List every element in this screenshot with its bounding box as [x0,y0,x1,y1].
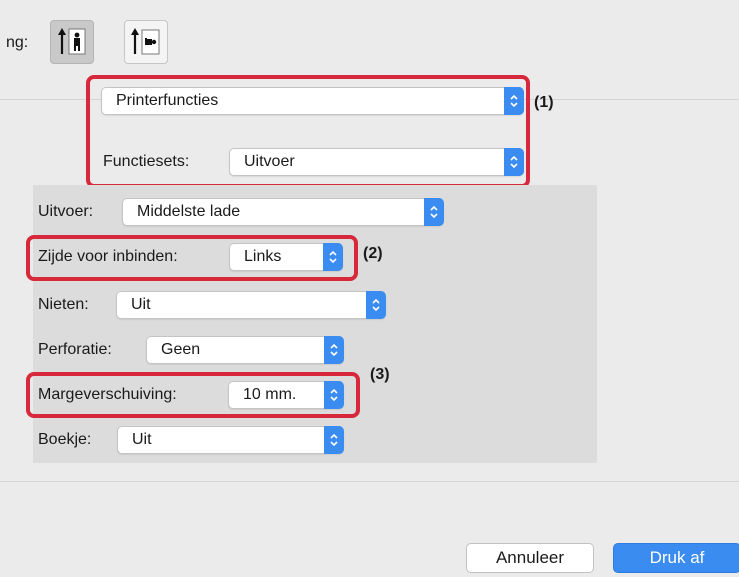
binding-edge-popup[interactable]: Links [229,243,343,271]
feature-sets-popup[interactable]: Uitvoer [229,148,524,176]
portrait-orientation-button[interactable] [50,20,94,64]
chevron-updown-icon [366,291,386,319]
binding-edge-value: Links [244,248,282,265]
output-value: Middelste lade [137,203,241,220]
feature-sets-value: Uitvoer [244,153,295,170]
punch-value: Geen [161,341,201,358]
feature-sets-label: Functiesets: [103,153,190,170]
chevron-updown-icon [324,381,344,409]
landscape-orientation-icon [131,28,160,55]
chevron-updown-icon [504,148,524,176]
cancel-button[interactable]: Annuleer [466,543,594,573]
booklet-label: Boekje: [38,431,92,448]
staple-label: Nieten: [38,296,89,313]
staple-popup[interactable]: Uit [116,291,386,319]
settings-panel [33,185,597,463]
staple-value: Uit [131,296,151,313]
punch-popup[interactable]: Geen [146,336,344,364]
output-popup[interactable]: Middelste lade [122,198,444,226]
footer-divider [0,481,739,482]
binding-edge-label: Zijde voor inbinden: [38,248,178,265]
callout-2: (2) [363,245,383,262]
chevron-updown-icon [323,243,343,271]
print-button[interactable]: Druk af [613,543,739,573]
punch-label: Perforatie: [38,341,112,358]
callout-3: (3) [370,366,390,383]
output-label: Uitvoer: [38,203,94,220]
chevron-updown-icon [424,198,444,226]
chevron-updown-icon [504,87,524,115]
margin-shift-popup[interactable]: 10 mm. [228,381,344,409]
chevron-updown-icon [324,426,344,454]
margin-shift-label: Margeverschuiving: [38,386,177,403]
margin-shift-value: 10 mm. [243,386,297,403]
booklet-popup[interactable]: Uit [117,426,344,454]
section-menu-popup[interactable]: Printerfuncties [101,87,524,115]
orientation-label: ng: [6,34,29,51]
callout-1: (1) [534,94,554,111]
portrait-orientation-icon [58,28,86,55]
landscape-orientation-button[interactable] [124,20,168,64]
chevron-updown-icon [324,336,344,364]
section-menu-value: Printerfuncties [116,92,219,109]
booklet-value: Uit [132,431,152,448]
